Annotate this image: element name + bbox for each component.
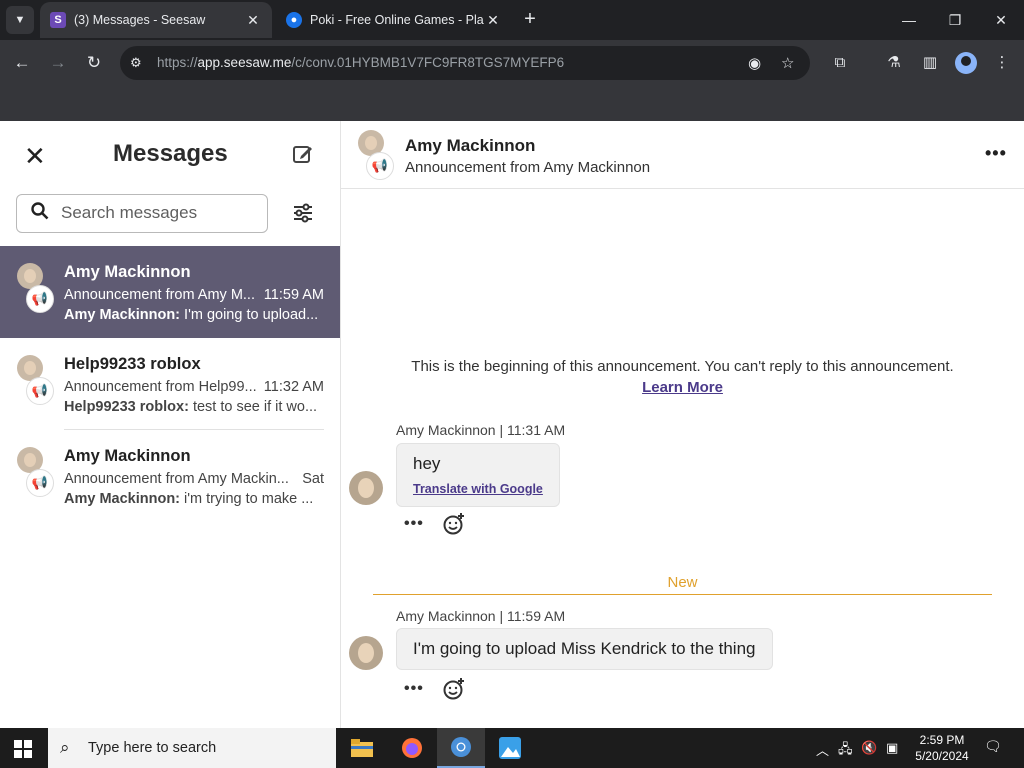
message-meta: Amy Mackinnon | 11:59 AM: [396, 608, 566, 624]
new-messages-divider: [373, 594, 992, 595]
message-bubble: hey Translate with Google: [396, 443, 560, 507]
megaphone-icon: 📢: [26, 285, 54, 313]
bookmark-bar: [0, 86, 1024, 121]
tab-poki[interactable]: ● Poki - Free Online Games - Pla ✕: [276, 2, 512, 38]
seesaw-page: ✕ Messages Search messages 📢 Amy Mackinn…: [0, 121, 1024, 728]
notification-center-icon[interactable]: 🗨: [984, 738, 1006, 758]
close-tab-icon[interactable]: ✕: [244, 12, 262, 29]
conversation-item[interactable]: 📢 Amy Mackinnon Announcement from Amy M.…: [0, 246, 340, 338]
message-more-icon[interactable]: •••: [404, 680, 424, 698]
megaphone-icon: 📢: [26, 377, 54, 405]
tab-title: Poki - Free Online Games - Pla: [310, 13, 484, 27]
message-meta: Amy Mackinnon | 11:31 AM: [396, 422, 566, 438]
conversation-subtitle: Announcement from Help99... 11:32 AM: [64, 379, 324, 395]
address-bar[interactable]: ⚙ https://app.seesaw.me/c/conv.01HYBMB1V…: [120, 46, 810, 80]
conversation-time: 11:32 AM: [263, 379, 324, 395]
menu-icon[interactable]: ⋮: [991, 52, 1013, 74]
windows-start-icon[interactable]: [14, 740, 32, 758]
message-bubble: I'm going to upload Miss Kendrick to the…: [396, 628, 773, 670]
learn-more-link[interactable]: Learn More: [341, 379, 1024, 396]
browser-tabstrip: ▼ S (3) Messages - Seesaw ✕ ● Poki - Fre…: [0, 0, 1024, 40]
add-reaction-icon[interactable]: [442, 512, 466, 536]
search-input[interactable]: [61, 203, 261, 223]
display-icon[interactable]: ▣: [886, 740, 898, 756]
conversation-preview: Amy Mackinnon: i'm trying to make ...: [64, 491, 314, 507]
extensions-icon[interactable]: ⧉: [829, 52, 851, 74]
conversation-subtitle: Announcement from Amy Mackin... Sat: [64, 471, 324, 487]
eye-icon[interactable]: ◉: [748, 54, 761, 72]
taskbar-clock[interactable]: 2:59 PM 5/20/2024: [912, 732, 972, 764]
reload-button[interactable]: ↻: [83, 52, 105, 74]
conversation-pane: 📢 Amy Mackinnon Announcement from Amy Ma…: [341, 121, 1024, 728]
sidebar-title: Messages: [113, 140, 228, 167]
messages-sidebar: ✕ Messages Search messages 📢 Amy Mackinn…: [0, 121, 341, 728]
chrome-icon[interactable]: [437, 728, 485, 768]
file-explorer-icon[interactable]: [338, 728, 386, 768]
announcement-begin-text: This is the beginning of this announceme…: [411, 358, 954, 375]
conversation-preview: Amy Mackinnon: I'm going to upload...: [64, 307, 319, 323]
megaphone-icon: 📢: [26, 469, 54, 497]
megaphone-icon: 📢: [366, 152, 394, 180]
labs-icon[interactable]: ⚗: [883, 52, 905, 74]
tab-search-button[interactable]: ▼: [6, 6, 34, 34]
close-tab-icon[interactable]: ✕: [484, 12, 502, 29]
conversation-subtitle: Announcement from Amy Mackinnon: [405, 159, 651, 176]
search-messages-field[interactable]: [16, 194, 268, 233]
message-text: hey: [413, 454, 441, 473]
url-text[interactable]: https://app.seesaw.me/c/conv.01HYBMB1V7F…: [157, 55, 564, 70]
back-button[interactable]: ←: [11, 52, 33, 74]
star-icon[interactable]: ☆: [781, 54, 794, 72]
close-window-button[interactable]: ✕: [978, 0, 1024, 40]
conversation-item[interactable]: 📢 Help99233 roblox Announcement from Hel…: [0, 338, 340, 430]
taskbar-search-placeholder: Type here to search: [88, 740, 217, 756]
browser-toolbar: ← → ↻ ⚙ https://app.seesaw.me/c/conv.01H…: [0, 40, 1024, 86]
compose-icon[interactable]: [292, 143, 316, 167]
message-more-icon[interactable]: •••: [404, 515, 424, 533]
tab-seesaw-messages[interactable]: S (3) Messages - Seesaw ✕: [40, 2, 272, 38]
avatar: [349, 636, 383, 670]
compose-icon-svg: [293, 146, 312, 163]
tray-overflow-icon[interactable]: ︿: [816, 740, 829, 759]
filter-icon[interactable]: [291, 201, 315, 225]
conversation-name: Amy Mackinnon: [64, 263, 191, 281]
forward-button[interactable]: →: [47, 52, 69, 74]
clock-date: 5/20/2024: [915, 749, 969, 763]
conversation-item[interactable]: 📢 Amy Mackinnon Announcement from Amy Ma…: [0, 430, 340, 522]
message-text: I'm going to upload Miss Kendrick to the…: [413, 639, 756, 658]
conversation-preview: Help99233 roblox: test to see if it wo..…: [64, 399, 318, 415]
search-icon: [31, 202, 49, 226]
avatar: [349, 471, 383, 505]
volume-muted-icon[interactable]: 🔇: [861, 740, 877, 756]
translate-link[interactable]: Translate with Google: [413, 482, 543, 496]
more-options-icon[interactable]: •••: [985, 143, 1007, 164]
windows-taskbar: ⌕ Type here to search ︿ 🖧 🔇 ▣ 2:59 PM 5/…: [0, 728, 1024, 768]
tab-title: (3) Messages - Seesaw: [74, 13, 206, 27]
photos-app-icon[interactable]: [486, 728, 534, 768]
restore-button[interactable]: ❐: [932, 0, 978, 40]
site-info-icon[interactable]: ⚙: [130, 55, 142, 71]
add-reaction-icon[interactable]: [442, 677, 466, 701]
new-tab-button[interactable]: +: [518, 8, 542, 32]
minimize-button[interactable]: —: [886, 0, 932, 40]
conversation-time: Sat: [302, 471, 324, 487]
profile-avatar-icon[interactable]: [955, 52, 977, 74]
side-panel-icon[interactable]: ▥: [919, 52, 941, 74]
search-icon: ⌕: [60, 738, 70, 757]
conversation-time: 11:59 AM: [263, 287, 324, 303]
conversation-name: Amy Mackinnon: [64, 447, 191, 465]
taskbar-search-box[interactable]: ⌕ Type here to search: [48, 728, 336, 768]
seesaw-icon: S: [50, 12, 66, 28]
poki-icon: ●: [286, 12, 302, 28]
firefox-icon[interactable]: [388, 728, 436, 768]
conversation-header: 📢 Amy Mackinnon Announcement from Amy Ma…: [341, 121, 1024, 189]
new-messages-label: New: [667, 574, 698, 591]
clock-time: 2:59 PM: [919, 733, 965, 747]
conversation-subtitle: Announcement from Amy M... 11:59 AM: [64, 287, 324, 303]
conversation-title: Amy Mackinnon: [405, 136, 536, 155]
close-icon[interactable]: ✕: [24, 141, 46, 172]
conversation-name: Help99233 roblox: [64, 355, 201, 373]
network-icon[interactable]: 🖧: [838, 740, 853, 762]
